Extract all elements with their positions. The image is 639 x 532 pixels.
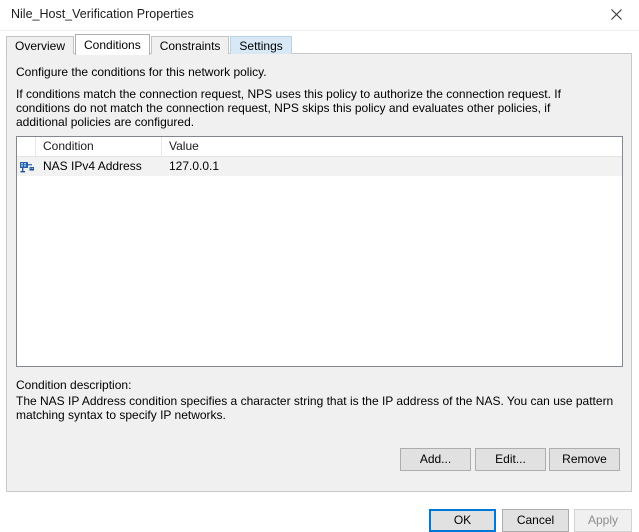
cell-value: 127.0.0.1	[169, 159, 220, 173]
cancel-button[interactable]: Cancel	[502, 509, 569, 532]
window-title: Nile_Host_Verification Properties	[11, 7, 194, 21]
tab-settings[interactable]: Settings	[230, 36, 292, 54]
ok-button[interactable]: OK	[429, 509, 496, 532]
list-header-row: Condition Value	[17, 137, 622, 157]
column-header-condition[interactable]: Condition	[36, 137, 162, 156]
title-bar: Nile_Host_Verification Properties	[0, 0, 639, 31]
nas-network-icon	[17, 157, 36, 176]
conditions-list[interactable]: Condition Value NAS IPv4 Address 127.0.0…	[16, 136, 623, 367]
tab-conditions[interactable]: Conditions	[75, 34, 150, 55]
close-button[interactable]	[594, 0, 639, 29]
tab-overview[interactable]: Overview	[6, 36, 75, 54]
column-header-gutter	[17, 137, 36, 156]
condition-description-text: The NAS IP Address condition specifies a…	[16, 394, 614, 422]
add-button[interactable]: Add...	[400, 448, 471, 471]
cell-condition: NAS IPv4 Address	[43, 159, 142, 173]
remove-button[interactable]: Remove	[549, 448, 620, 471]
edit-button[interactable]: Edit...	[475, 448, 546, 471]
tab-strip: Overview Conditions Constraints Settings	[6, 34, 293, 55]
apply-button: Apply	[574, 509, 632, 532]
tab-constraints[interactable]: Constraints	[150, 36, 230, 54]
intro-text: Configure the conditions for this networ…	[16, 65, 267, 79]
condition-description-label: Condition description:	[16, 378, 132, 392]
table-row[interactable]: NAS IPv4 Address 127.0.0.1	[17, 157, 622, 176]
column-header-value[interactable]: Value	[162, 137, 622, 156]
close-icon	[611, 9, 622, 20]
explanation-text: If conditions match the connection reque…	[16, 87, 561, 129]
